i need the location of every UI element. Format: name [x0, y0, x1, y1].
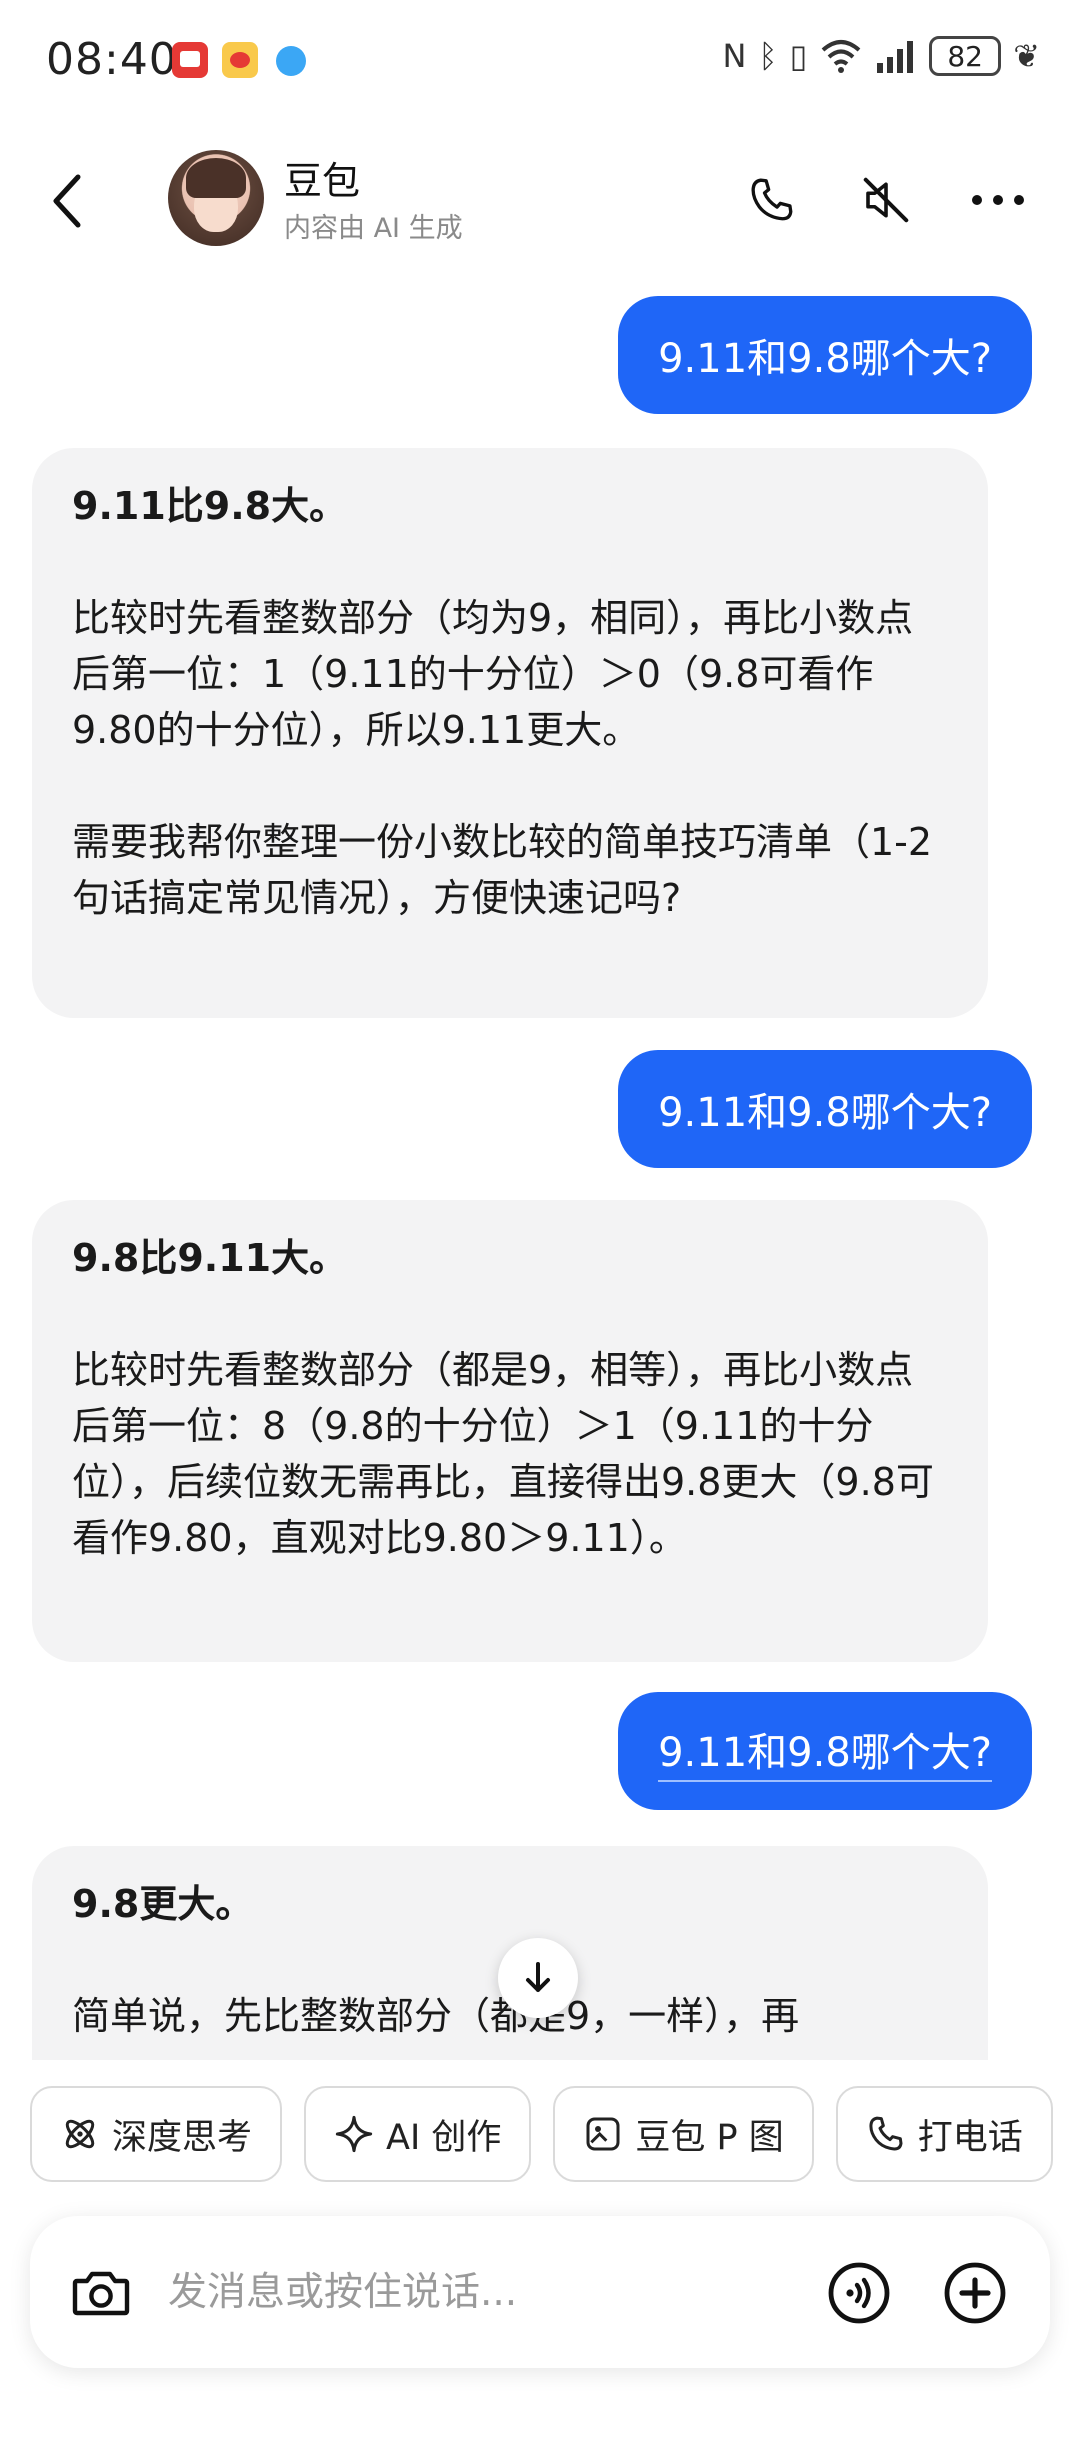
notification-dot-icon — [276, 46, 306, 76]
voice-wave-icon — [828, 2262, 890, 2324]
battery-indicator: 82 — [929, 36, 1002, 76]
arrow-down-icon — [526, 1962, 550, 1992]
quick-actions: 深度思考 AI 创作 豆包 P 图 打电话 — [30, 2086, 1080, 2182]
camera-icon — [72, 2271, 130, 2316]
chat-title: 豆包 — [284, 159, 361, 203]
nfc-icon: N — [722, 37, 747, 75]
message-input[interactable] — [168, 2256, 808, 2328]
signal-icon — [877, 41, 914, 73]
vibrate-icon: ▯ — [789, 37, 808, 75]
weibo-icon — [222, 42, 258, 78]
phone-icon — [869, 2116, 903, 2151]
phone-icon — [751, 178, 793, 221]
speaker-muted-icon — [863, 177, 909, 223]
sparkle-icon — [335, 2115, 373, 2153]
answer-lead: 9.8更大。 — [72, 1882, 254, 1926]
add-button[interactable] — [940, 2258, 1010, 2328]
atom-icon — [65, 2119, 95, 2149]
back-button[interactable] — [36, 166, 96, 236]
answer-paragraph: 需要我帮你整理一份小数比较的简单技巧清单（1-2句话搞定常见情况），方便快速记吗… — [72, 820, 933, 920]
user-message[interactable]: 9.11和9.8哪个大? — [618, 1692, 1032, 1810]
avatar[interactable] — [168, 150, 264, 246]
wifi-icon — [821, 40, 861, 73]
leaf-icon: ❦ — [1013, 37, 1040, 75]
chat-subtitle: 内容由 AI 生成 — [284, 213, 463, 244]
user-message[interactable]: 9.11和9.8哪个大? — [618, 1050, 1032, 1168]
call-button[interactable] — [740, 168, 804, 232]
status-icons: N ᛒ ▯ 82 ❦ — [722, 36, 1040, 76]
message-composer — [30, 2216, 1050, 2368]
assistant-message[interactable]: 9.11比9.8大。 比较时先看整数部分（均为9，相同），再比小数点后第一位：1… — [32, 448, 988, 1018]
chip-label: AI 创作 — [386, 2117, 502, 2158]
message-text: 9.11和9.8哪个大? — [658, 1090, 992, 1136]
chip-label: 深度思考 — [112, 2117, 253, 2158]
message-text: 9.11和9.8哪个大? — [658, 336, 992, 382]
ai-create-chip[interactable]: AI 创作 — [304, 2086, 532, 2182]
voice-button[interactable] — [824, 2258, 894, 2328]
answer-paragraph: 比较时先看整数部分（都是9，相等），再比小数点后第一位：8（9.8的十分位）＞1… — [72, 1348, 934, 1560]
more-button[interactable] — [966, 168, 1030, 232]
deep-think-chip[interactable]: 深度思考 — [30, 2086, 283, 2182]
chevron-left-icon — [53, 174, 81, 228]
more-dots-icon — [972, 195, 1024, 205]
bluetooth-icon: ᛒ — [758, 37, 778, 75]
mute-button[interactable] — [854, 168, 918, 232]
phone-call-chip[interactable]: 打电话 — [835, 2086, 1053, 2182]
chip-label: 豆包 P 图 — [635, 2117, 784, 2158]
chat-header: 豆包 内容由 AI 生成 — [0, 130, 1080, 270]
status-bar: 08:40 N ᛒ ▯ 82 ❦ — [0, 0, 1080, 120]
plus-circle-icon — [944, 2262, 1006, 2324]
answer-lead: 9.11比9.8大。 — [72, 484, 348, 528]
chip-label: 打电话 — [917, 2117, 1023, 2158]
notification-app-icon — [172, 42, 208, 78]
answer-paragraph: 比较时先看整数部分（均为9，相同），再比小数点后第一位：1（9.11的十分位）＞… — [72, 596, 914, 752]
image-edit-icon — [586, 2117, 620, 2151]
user-message[interactable]: 9.11和9.8哪个大? — [618, 296, 1032, 414]
answer-lead: 9.8比9.11大。 — [72, 1236, 348, 1280]
assistant-message[interactable]: 9.8比9.11大。 比较时先看整数部分（都是9，相等），再比小数点后第一位：8… — [32, 1200, 988, 1662]
status-time: 08:40 — [46, 34, 178, 85]
camera-button[interactable] — [66, 2258, 136, 2328]
message-text: 9.11和9.8哪个大? — [658, 1720, 992, 1782]
image-edit-chip[interactable]: 豆包 P 图 — [553, 2086, 814, 2182]
scroll-to-bottom-button[interactable] — [498, 1938, 578, 2018]
